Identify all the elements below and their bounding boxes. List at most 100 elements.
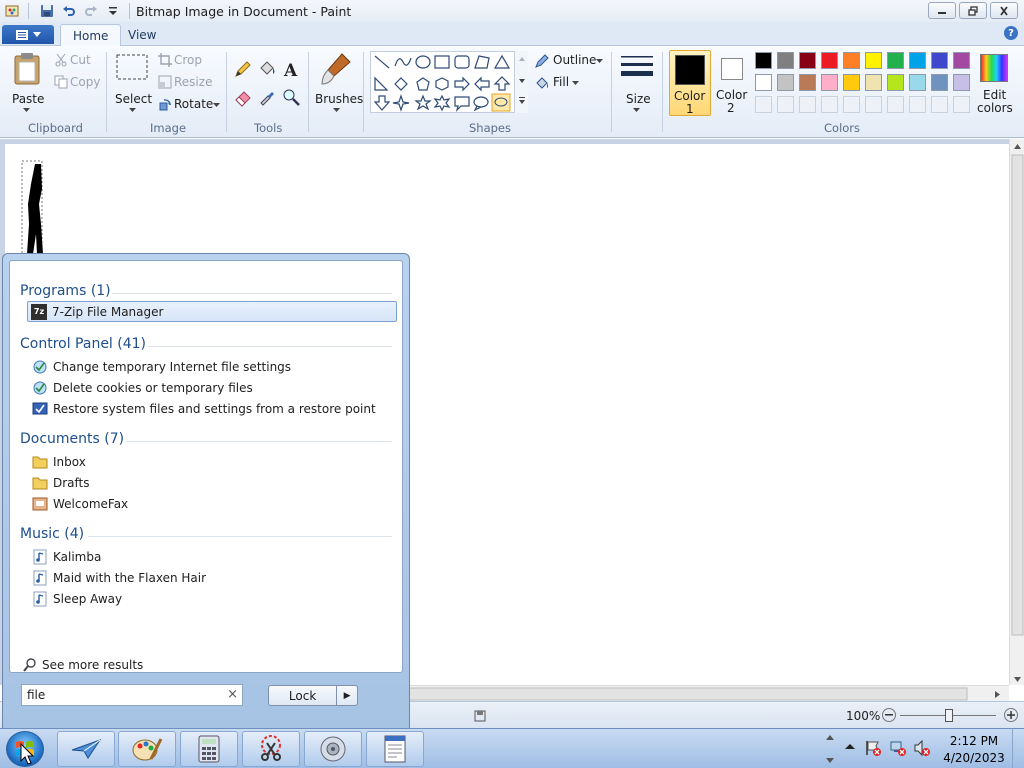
custom-color-slot[interactable] [843,96,860,113]
result-restore-system-files[interactable]: Restore system files and settings from a… [32,398,376,419]
taskbar-app-paint[interactable] [118,731,176,767]
taskbar-app-media-player[interactable] [304,731,362,767]
tray-action-center-icon[interactable] [864,739,882,757]
color1-button[interactable]: Color 1 [669,50,711,116]
undo-icon[interactable] [59,1,79,21]
result-kalimba[interactable]: Kalimba [32,546,101,567]
search-input[interactable]: file × [21,684,243,706]
power-options-arrow-icon[interactable]: ▶ [336,686,357,705]
rotate-button[interactable]: Rotate [156,96,222,114]
brushes-button[interactable]: Brushes [312,50,363,116]
result-change-temp-internet-settings[interactable]: Change temporary Internet file settings [32,356,291,377]
taskbar-app-snipping-tool[interactable] [242,731,300,767]
palette-swatch[interactable] [821,52,838,69]
paint-menu-button[interactable] [2,25,54,44]
result-inbox[interactable]: Inbox [32,451,86,472]
shapes-scroll[interactable] [514,51,528,113]
lock-button[interactable]: Lock ▶ [268,685,358,706]
palette-swatch[interactable] [931,74,948,91]
palette-swatch[interactable] [953,74,970,91]
copy-button[interactable]: Copy [52,74,102,92]
palette-swatch[interactable] [909,74,926,91]
shapes-gallery[interactable] [370,51,528,113]
tab-view[interactable]: View [116,24,168,46]
crop-button[interactable]: Crop [156,52,206,70]
palette-swatch[interactable] [887,52,904,69]
result-delete-cookies[interactable]: Delete cookies or temporary files [32,377,253,398]
result-sleep-away[interactable]: Sleep Away [32,588,122,609]
clock[interactable]: 2:12 PM 4/20/2023 [940,732,1008,766]
zoom-out-button[interactable] [882,708,896,722]
custom-color-slot[interactable] [755,96,772,113]
restore-button[interactable] [959,2,987,19]
minimize-button[interactable] [928,2,956,19]
custom-color-slot[interactable] [931,96,948,113]
paste-button[interactable]: Paste [8,50,46,116]
result-maid-with-the-flaxen-hair[interactable]: Maid with the Flaxen Hair [32,567,206,588]
palette-swatch[interactable] [777,74,794,91]
fill-tool[interactable] [257,59,277,79]
custom-color-slot[interactable] [887,96,904,113]
palette-swatch[interactable] [865,52,882,69]
taskbar-app-bird[interactable] [57,731,115,767]
size-button[interactable]: Size [617,50,657,116]
show-desktop-button[interactable] [1012,729,1024,768]
vertical-scrollbar[interactable] [1009,139,1024,685]
custom-color-slot[interactable] [821,96,838,113]
line-width-icon [621,56,653,76]
palette-swatch[interactable] [953,52,970,69]
text-tool[interactable]: A [281,59,301,81]
result-drafts[interactable]: Drafts [32,472,90,493]
taskbar-app-wordpad[interactable] [366,731,424,767]
zoom-in-button[interactable] [1004,708,1018,722]
custom-color-slot[interactable] [865,96,882,113]
clear-search-icon[interactable]: × [227,687,238,702]
resize-button[interactable]: Resize [156,74,212,92]
palette-swatch[interactable] [755,52,772,69]
result-welcomefax[interactable]: WelcomeFax [32,493,128,514]
custom-color-slot[interactable] [777,96,794,113]
tab-home[interactable]: Home [60,24,122,46]
palette-swatch[interactable] [931,52,948,69]
edit-colors-button[interactable]: Edit colors [975,50,1015,116]
customize-toolbar-dropdown-icon[interactable] [103,1,123,21]
custom-color-slot[interactable] [909,96,926,113]
magnifier-tool[interactable] [281,87,301,107]
save-icon[interactable] [37,1,57,21]
palette-swatch[interactable] [799,52,816,69]
redo-icon[interactable] [81,1,101,21]
see-more-results-link[interactable]: See more results [22,657,143,673]
horizontal-scrollbar[interactable] [405,685,1009,701]
fill-button[interactable]: Fill [533,74,581,92]
tray-scroll[interactable] [824,731,836,767]
help-icon[interactable]: ? [1004,26,1018,40]
palette-swatch[interactable] [777,52,794,69]
palette-swatch[interactable] [843,74,860,91]
show-hidden-icons-button[interactable] [842,739,858,755]
zoom-slider[interactable] [900,709,996,722]
close-button[interactable] [990,2,1018,19]
palette-swatch[interactable] [821,74,838,91]
color-picker-tool[interactable] [257,87,277,107]
palette-swatch[interactable] [755,74,772,91]
outline-button[interactable]: Outline [533,52,605,70]
cut-button[interactable]: Cut [52,52,100,70]
custom-color-slot[interactable] [953,96,970,113]
tray-network-icon[interactable] [889,739,907,757]
palette-swatch[interactable] [887,74,904,91]
palette-swatch[interactable] [909,52,926,69]
color2-button[interactable]: Color 2 [713,50,751,116]
palette-swatch[interactable] [843,52,860,69]
palette-swatch[interactable] [865,74,882,91]
custom-color-slot[interactable] [799,96,816,113]
palette-swatch[interactable] [799,74,816,91]
taskbar-app-calculator[interactable] [180,731,238,767]
zoom-slider-thumb[interactable] [945,709,953,722]
result-7zip-file-manager[interactable]: 7z 7-Zip File Manager [27,301,397,322]
pencil-tool[interactable] [233,59,253,79]
tray-volume-icon[interactable] [913,739,931,757]
section-header-music: Music (4) [20,526,85,542]
eraser-tool[interactable] [233,87,253,107]
paint-app-icon[interactable] [2,1,22,21]
select-button[interactable]: Select [112,50,152,116]
